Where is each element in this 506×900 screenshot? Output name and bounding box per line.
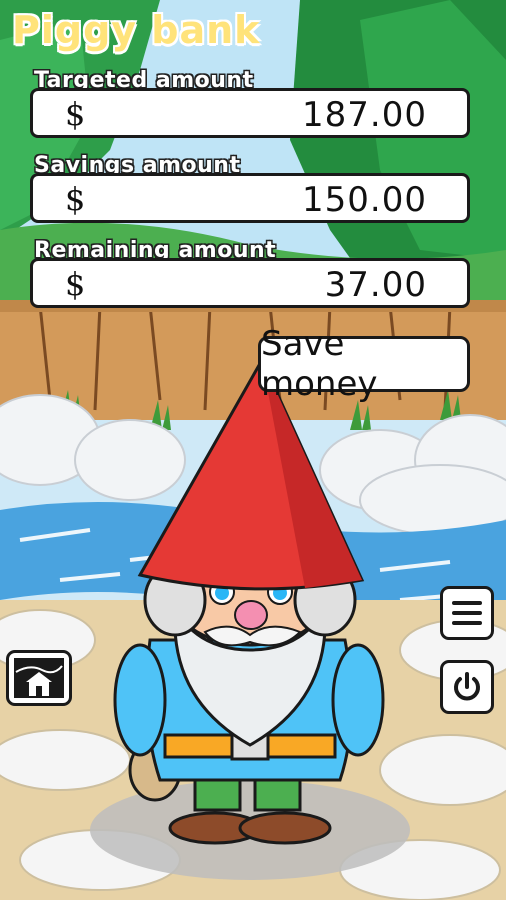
- savings-amount-field[interactable]: $ 150.00: [30, 173, 470, 223]
- currency-symbol: $: [65, 180, 86, 218]
- app-title: Piggy bank: [12, 8, 261, 52]
- home-button[interactable]: [6, 650, 72, 706]
- save-money-button[interactable]: Save money: [258, 324, 470, 404]
- targeted-amount-value: 187.00: [302, 95, 427, 135]
- remaining-amount-field: $ 37.00: [30, 258, 470, 308]
- menu-button[interactable]: [440, 586, 494, 640]
- power-icon: [454, 672, 480, 701]
- targeted-amount-field[interactable]: $ 187.00: [30, 88, 470, 138]
- savings-amount-value: 150.00: [302, 180, 427, 220]
- menu-icon: [452, 601, 482, 625]
- home-icon: [14, 658, 64, 698]
- currency-symbol: $: [65, 95, 86, 133]
- power-button[interactable]: [440, 660, 494, 714]
- currency-symbol: $: [65, 265, 86, 303]
- remaining-amount-value: 37.00: [324, 265, 427, 305]
